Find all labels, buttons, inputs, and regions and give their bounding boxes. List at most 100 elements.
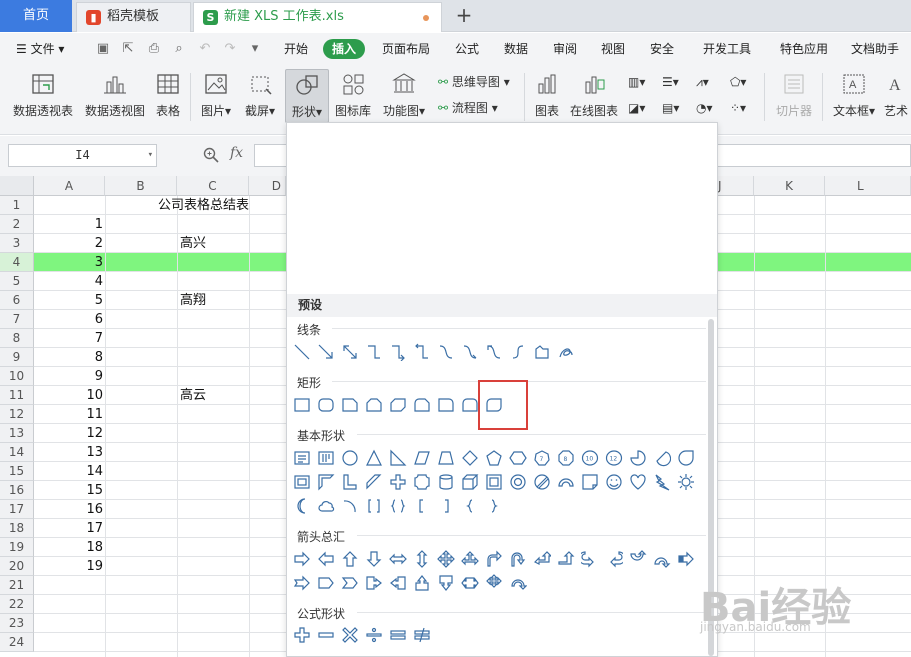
sun-shape-icon[interactable] [677, 473, 695, 491]
cell-a-value[interactable]: 5 [34, 291, 103, 310]
curved-up-arrow-shape-icon[interactable] [629, 550, 647, 568]
left-right-arrow-callout-shape-icon[interactable] [461, 574, 479, 592]
cell-a-value[interactable]: 17 [34, 519, 103, 538]
cell-title[interactable]: 公司表格总结表 [158, 196, 249, 215]
picture-button[interactable]: 图片▾ [198, 69, 234, 125]
divide-shape-icon[interactable] [365, 626, 383, 644]
art-text-button[interactable]: A 艺术 [884, 69, 911, 125]
donut-shape-icon[interactable] [509, 473, 527, 491]
row-header[interactable]: 4 [0, 253, 34, 272]
left-right-arrow-shape-icon[interactable] [389, 550, 407, 568]
down-arrow-shape-icon[interactable] [365, 550, 383, 568]
cell-a-value[interactable]: 14 [34, 462, 103, 481]
octagon-shape-icon[interactable]: 8 [557, 449, 575, 467]
snip-round-rect-shape-icon[interactable] [413, 396, 431, 414]
u-turn-arrow-shape-icon[interactable] [509, 550, 527, 568]
row-header[interactable]: 7 [0, 310, 34, 329]
row-header[interactable]: 15 [0, 462, 34, 481]
screenshot-button[interactable]: 截屏▾ [242, 69, 278, 125]
cell-a-value[interactable]: 10 [34, 386, 103, 405]
print-icon[interactable]: ⎙ [146, 41, 162, 57]
quad-arrow-callout-shape-icon[interactable] [485, 574, 503, 592]
cell-a-value[interactable]: 1 [34, 215, 103, 234]
tab-template[interactable]: ▮ 稻壳模板 [76, 2, 191, 32]
curved-down-arrow-shape-icon[interactable] [653, 550, 671, 568]
plus-shape-icon[interactable] [293, 626, 311, 644]
quick-access-more-icon[interactable]: ▾ [247, 41, 263, 57]
row-header[interactable]: 16 [0, 481, 34, 500]
arrow-line-shape-icon[interactable] [317, 343, 335, 361]
row-header[interactable]: 14 [0, 443, 34, 462]
notched-right-arrow-shape-icon[interactable] [293, 574, 311, 592]
diagonal-stripe-shape-icon[interactable] [365, 473, 383, 491]
pentagon-shape-icon[interactable] [485, 449, 503, 467]
right-triangle-shape-icon[interactable] [389, 449, 407, 467]
up-arrow-callout-shape-icon[interactable] [413, 574, 431, 592]
snip-single-corner-rect-shape-icon[interactable] [341, 396, 359, 414]
table-button[interactable]: 表格 [153, 69, 183, 125]
cell-a-value[interactable]: 8 [34, 348, 103, 367]
oval-shape-icon[interactable] [341, 449, 359, 467]
cell-a-value[interactable]: 11 [34, 405, 103, 424]
menu-insert[interactable]: 插入 [323, 39, 366, 59]
double-arrow-line-shape-icon[interactable] [341, 343, 359, 361]
bevel-shape-icon[interactable] [485, 473, 503, 491]
slicer-button[interactable]: 切片器 [772, 69, 816, 125]
cell-a-value[interactable]: 7 [34, 329, 103, 348]
mindmap-button[interactable]: ⚯ 思维导图 ▾ [438, 71, 510, 93]
row-header[interactable]: 17 [0, 500, 34, 519]
cell-a-value[interactable]: 18 [34, 538, 103, 557]
chart-button[interactable]: 图表 [532, 69, 562, 125]
row-header[interactable]: 2 [0, 215, 34, 234]
file-menu[interactable]: ☰ 文件 ▾ [16, 33, 64, 65]
scatter-chart-dropdown[interactable]: ⁘▾ [730, 97, 746, 119]
equal-shape-icon[interactable] [389, 626, 407, 644]
trapezoid-shape-icon[interactable] [437, 449, 455, 467]
row-header[interactable]: 12 [0, 405, 34, 424]
round-single-corner-rect-shape-icon[interactable] [437, 396, 455, 414]
row-header[interactable]: 24 [0, 633, 34, 652]
column-header-c[interactable]: C [177, 176, 249, 196]
zoom-icon[interactable] [203, 147, 219, 163]
left-arrow-shape-icon[interactable] [317, 550, 335, 568]
row-header[interactable]: 10 [0, 367, 34, 386]
can-shape-icon[interactable] [437, 473, 455, 491]
bent-arrow-shape-icon[interactable] [485, 550, 503, 568]
cell-c11[interactable]: 高云 [180, 386, 206, 405]
diamond-shape-icon[interactable] [461, 449, 479, 467]
half-frame-shape-icon[interactable] [317, 473, 335, 491]
round-same-side-rect-shape-icon[interactable] [461, 396, 479, 414]
row-header[interactable]: 18 [0, 519, 34, 538]
cube-shape-icon[interactable] [461, 473, 479, 491]
export-icon[interactable]: ⇱ [120, 41, 136, 57]
no-symbol-shape-icon[interactable] [533, 473, 551, 491]
folded-corner-shape-icon[interactable] [581, 473, 599, 491]
cloud-shape-icon[interactable] [317, 497, 335, 515]
column-header-d[interactable]: D [249, 176, 286, 196]
menu-formula[interactable]: 公式 [455, 33, 479, 65]
pivot-chart-button[interactable]: 数据透视图 [82, 69, 148, 125]
cell-a-value[interactable]: 4 [34, 272, 103, 291]
pie-chart-dropdown[interactable]: ◔▾ [696, 97, 713, 119]
undo-icon[interactable]: ↶ [197, 41, 213, 57]
cell-a-value[interactable]: 19 [34, 557, 103, 576]
stock-chart-dropdown[interactable]: ▤▾ [662, 97, 679, 119]
parallelogram-shape-icon[interactable] [413, 449, 431, 467]
icon-library-button[interactable]: 图标库 [334, 69, 372, 125]
row-header[interactable]: 8 [0, 329, 34, 348]
frame-shape-icon[interactable] [293, 473, 311, 491]
row-header[interactable]: 9 [0, 348, 34, 367]
double-brace-shape-icon[interactable] [389, 497, 407, 515]
online-chart-button[interactable]: 在线图表 [568, 69, 620, 125]
block-arc-shape-icon[interactable] [557, 473, 575, 491]
cross-shape-icon[interactable] [389, 473, 407, 491]
bent-up-arrow-shape-icon[interactable] [557, 550, 575, 568]
save-icon[interactable]: ▣ [95, 41, 111, 57]
column-header-b[interactable]: B [105, 176, 177, 196]
decagon-shape-icon[interactable]: 10 [581, 449, 599, 467]
menu-page-layout[interactable]: 页面布局 [382, 33, 430, 65]
right-bracket-shape-icon[interactable] [437, 497, 455, 515]
elbow-arrow-connector-shape-icon[interactable] [389, 343, 407, 361]
arc-shape-icon[interactable] [341, 497, 359, 515]
row-header[interactable]: 22 [0, 595, 34, 614]
